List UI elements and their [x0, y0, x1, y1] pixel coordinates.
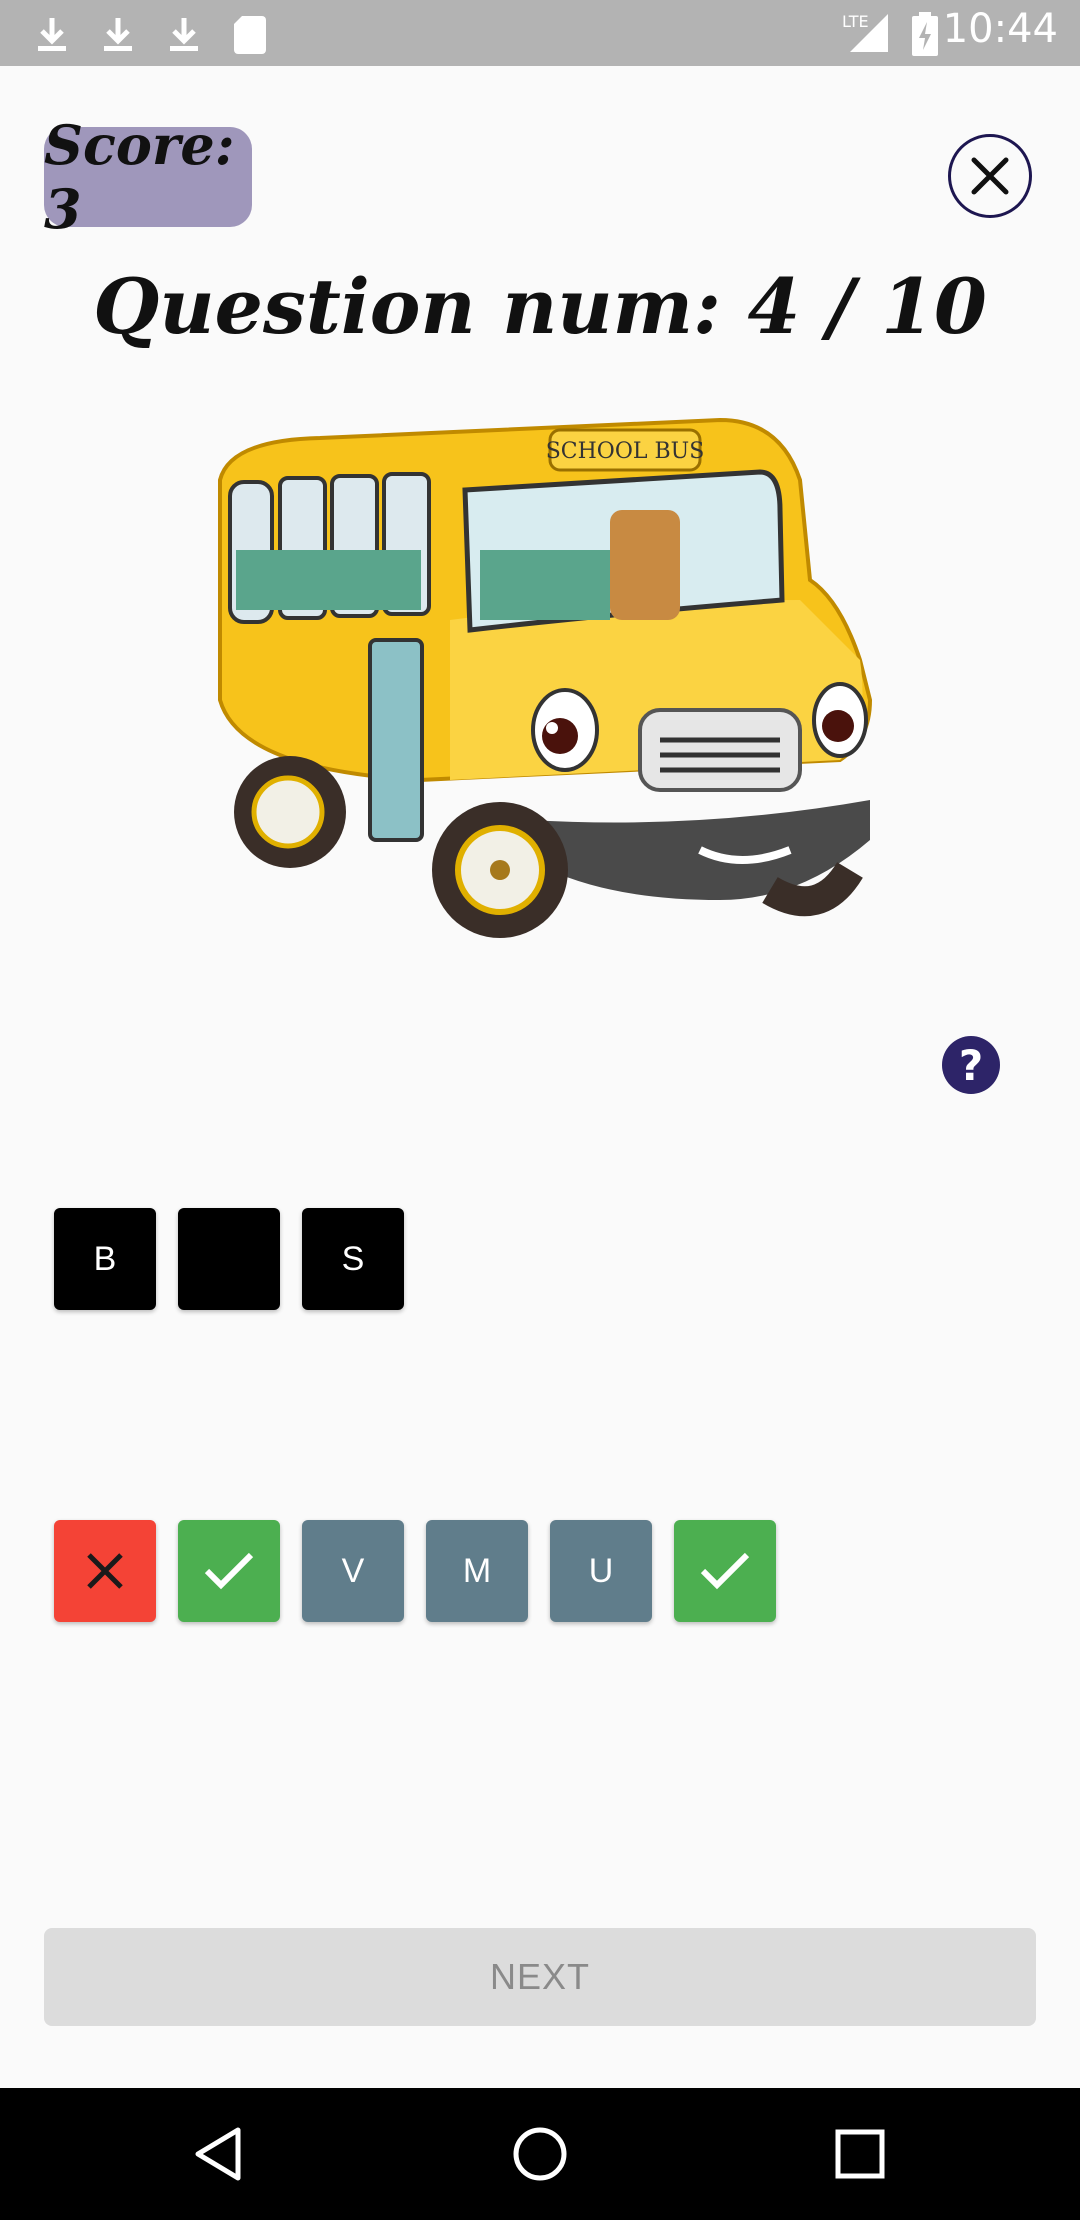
answer-slot[interactable]: B — [54, 1208, 156, 1310]
school-bus-illustration: SCHOOL BUS — [218, 417, 873, 938]
score-badge: Score: 3 — [44, 113, 252, 241]
status-bar: LTE 10:44 — [0, 0, 1080, 66]
signal-icon — [850, 14, 888, 52]
answer-slot[interactable]: S — [302, 1208, 404, 1310]
question-title: Question num: 4 / 10 — [93, 262, 987, 351]
download-icon — [104, 18, 132, 51]
home-icon[interactable] — [510, 2124, 570, 2184]
recents-icon[interactable] — [830, 2124, 890, 2184]
close-button[interactable] — [948, 134, 1032, 218]
bus-sign-text: SCHOOL BUS — [546, 439, 705, 464]
answer-slot[interactable] — [178, 1208, 280, 1310]
sd-card-icon — [234, 16, 266, 54]
battery-charging-icon — [912, 12, 938, 56]
clock: 10:44 — [942, 6, 1058, 52]
navigation-bar — [0, 2088, 1080, 2220]
letter-choice[interactable]: V — [302, 1520, 404, 1622]
letter-choice-correct[interactable] — [674, 1520, 776, 1622]
x-icon — [87, 1553, 123, 1589]
question-image: SCHOOL BUS — [200, 400, 890, 980]
letter-choice[interactable]: M — [426, 1520, 528, 1622]
back-icon[interactable] — [190, 2124, 250, 2184]
check-icon — [204, 1552, 254, 1590]
letter-choice-wrong[interactable] — [54, 1520, 156, 1622]
download-icon — [38, 18, 66, 51]
next-button[interactable]: NEXT — [44, 1928, 1036, 2026]
letter-choice-correct[interactable] — [178, 1520, 280, 1622]
close-icon — [971, 157, 1009, 195]
check-icon — [700, 1552, 750, 1590]
letter-choice[interactable]: U — [550, 1520, 652, 1622]
download-icon — [170, 18, 198, 51]
hint-button[interactable]: ? — [942, 1036, 1000, 1094]
